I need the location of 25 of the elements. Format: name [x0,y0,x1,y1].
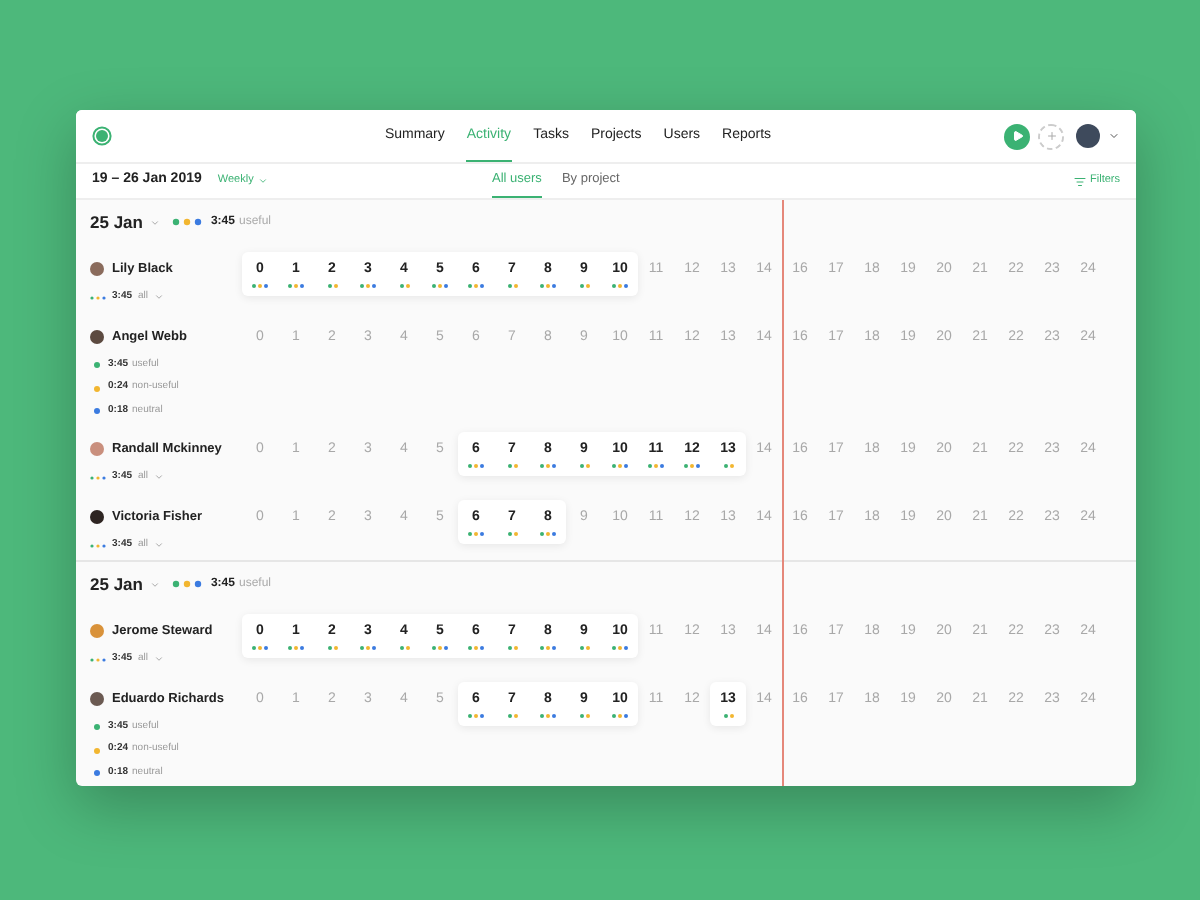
plus-icon [1045,130,1057,142]
avatar [90,262,104,277]
dots-icon [172,218,203,226]
chevron-down-icon[interactable] [154,540,165,550]
filter-icon [1074,175,1087,187]
chevron-down-icon [257,176,268,186]
add-button[interactable] [1038,123,1064,149]
chevron-down-icon[interactable] [154,654,165,664]
group-date: 25 Jan [90,209,143,235]
play-icon [1011,130,1023,142]
chevron-down-icon[interactable] [150,579,161,589]
avatar [90,442,104,457]
avatar [90,692,104,707]
avatar [90,330,104,345]
chevron-down-icon[interactable] [154,292,165,302]
chevron-down-icon[interactable] [150,217,161,227]
dots-icon [172,580,203,588]
play-button[interactable] [1004,123,1030,149]
chevron-down-icon[interactable] [154,472,165,482]
avatar [90,624,104,639]
logo-icon[interactable] [92,126,112,146]
avatar [90,510,104,525]
chevron-down-icon[interactable] [1108,130,1120,142]
avatar[interactable] [1076,124,1100,148]
group-date: 25 Jan [90,571,143,597]
